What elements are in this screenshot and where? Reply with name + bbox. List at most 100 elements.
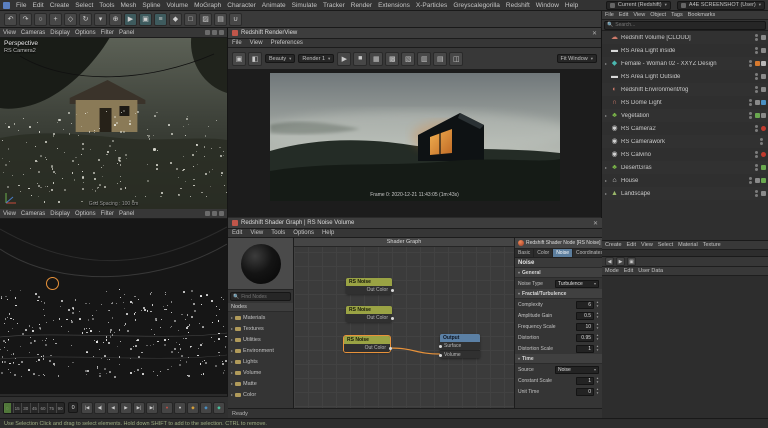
attribute-manager-menu-user-data[interactable]: User Data — [638, 268, 663, 274]
history-forward-icon[interactable]: ▶ — [616, 257, 625, 266]
visibility-dots[interactable] — [760, 138, 763, 145]
inspector-group-fractal-turbulence[interactable]: ▾ Fractal/Turbulence — [515, 289, 602, 299]
object-tags[interactable] — [755, 100, 766, 105]
param-value-field[interactable]: 0.95 — [576, 333, 595, 342]
inspector-tab-basic[interactable]: Basic — [515, 249, 535, 257]
goto-start-button[interactable]: |◀ — [81, 401, 93, 414]
param-stepper[interactable]: ▲ ▼ — [596, 333, 599, 341]
attribute-manager-menu-edit[interactable]: Edit — [624, 268, 633, 274]
param-value-field[interactable]: 10 — [576, 322, 595, 331]
vp2-menu-options[interactable]: Options — [75, 211, 96, 217]
stop-render-icon[interactable]: ■ — [353, 51, 368, 66]
region-render-icon[interactable]: ▦ — [369, 51, 384, 66]
vp1-menu-panel[interactable]: Panel — [119, 30, 134, 36]
viewport-layout-icons[interactable] — [205, 211, 224, 216]
object-row-vegetation[interactable]: ▸ ♣ Vegetation — [602, 109, 768, 122]
previous-frame-button[interactable]: ◀ — [107, 401, 119, 414]
rotate-tool-icon[interactable]: ↻ — [79, 12, 92, 26]
object-tags[interactable] — [761, 165, 766, 170]
visibility-dots[interactable] — [755, 190, 758, 197]
redo-icon[interactable]: ↷ — [19, 12, 32, 26]
live-selection-icon[interactable]: ○ — [34, 12, 47, 26]
inspector-tab-color[interactable]: Color — [534, 249, 554, 257]
out-port-icon[interactable] — [390, 288, 394, 292]
shader-node-rs-noise-2[interactable]: RS Noise Out Color — [346, 306, 394, 322]
viewport-layout-icons[interactable] — [205, 30, 224, 35]
menu-extensions[interactable]: Extensions — [378, 2, 410, 9]
viewport-perspective-canvas[interactable]: Perspective RS Camera2 Grid Spacing : 10… — [0, 38, 227, 209]
expand-icon[interactable]: ▸ — [604, 113, 608, 118]
material-manager-menu-select[interactable]: Select — [658, 242, 673, 248]
menu-tools[interactable]: Tools — [99, 2, 114, 9]
object-tags[interactable] — [761, 191, 766, 196]
object-tags[interactable] — [761, 35, 766, 40]
record-position-button[interactable]: ◆ — [187, 401, 199, 414]
menu-character[interactable]: Character — [227, 2, 256, 9]
menu-greyscalegorilla[interactable]: Greyscalegorilla — [453, 2, 500, 9]
history-back-icon[interactable]: ◀ — [605, 257, 614, 266]
inspector-group-time[interactable]: ▾ Time — [515, 354, 602, 364]
node-category-lights[interactable]: ▸ Lights — [228, 356, 293, 367]
object-row-house[interactable]: ▸ ⌂ House — [602, 174, 768, 187]
previous-key-button[interactable]: ◀| — [94, 401, 106, 414]
texture-mode-icon[interactable]: ▨ — [199, 12, 212, 26]
object-tags[interactable] — [761, 74, 766, 79]
visibility-dots[interactable] — [755, 47, 758, 54]
visibility-dots[interactable] — [749, 99, 752, 106]
node-category-environment[interactable]: ▸ Environment — [228, 345, 293, 356]
object-row-rs-camerawork[interactable]: ◉ RS Camerawork — [602, 135, 768, 148]
next-frame-button[interactable]: ▶| — [133, 401, 145, 414]
render-view-button[interactable]: ▶ — [124, 12, 137, 26]
menu-spline[interactable]: Spline — [142, 2, 160, 9]
vp2-menu-cameras[interactable]: Cameras — [21, 211, 45, 217]
vp2-menu-panel[interactable]: Panel — [119, 211, 134, 217]
menu-window[interactable]: Window — [536, 2, 559, 9]
ab-compare-icon[interactable]: ◧ — [248, 51, 262, 66]
workplane-mode-icon[interactable]: ▤ — [214, 12, 227, 26]
param-dropdown[interactable]: Turbulence ▾ — [555, 279, 599, 288]
object-row-rs-area-light-outside[interactable]: ▬ RS Area Light Outside — [602, 70, 768, 83]
expand-icon[interactable]: ▸ — [604, 61, 608, 66]
node-inspector-titlebar[interactable]: Redshift Shader Node [RS Noise] — [515, 238, 602, 249]
node-category-matte[interactable]: ▸ Matte — [228, 378, 293, 389]
viewport-wireframe-canvas[interactable] — [0, 219, 227, 394]
out-port-icon[interactable] — [390, 316, 394, 320]
material-manager-menu-edit[interactable]: Edit — [627, 242, 636, 248]
material-manager-menu-create[interactable]: Create — [605, 242, 622, 248]
visibility-dots[interactable] — [749, 177, 752, 184]
split-view-icon[interactable]: ◫ — [449, 51, 464, 66]
vp1-menu-display[interactable]: Display — [50, 30, 70, 36]
object-tags[interactable] — [755, 178, 766, 183]
volume-port-icon[interactable] — [438, 353, 442, 357]
object-row-rs-area-light-inside[interactable]: ▬ RS Area Light inside — [602, 44, 768, 57]
shadergraph-menu-help[interactable]: Help — [322, 230, 334, 236]
shader-graph-canvas[interactable]: Shader Graph RS Noise Out Color RS Noise… — [294, 238, 514, 408]
menu-simulate[interactable]: Simulate — [292, 2, 317, 9]
menu-select[interactable]: Select — [75, 2, 93, 9]
param-value-field[interactable]: 6 — [576, 300, 595, 309]
node-category-materials[interactable]: ▸ Materials — [228, 312, 293, 323]
vp1-menu-options[interactable]: Options — [75, 30, 96, 36]
vp1-menu-view[interactable]: View — [3, 30, 16, 36]
param-stepper[interactable]: ▲ ▼ — [596, 344, 599, 352]
object-row-female-woman-02-xxyz-design[interactable]: ▸ ◆ Female - Woman 02 - XXYZ Design — [602, 57, 768, 70]
param-stepper[interactable]: ▲ ▼ — [596, 311, 599, 319]
object-row-desertgras[interactable]: ▸ ♣ DesertGras — [602, 161, 768, 174]
visibility-dots[interactable] — [755, 34, 758, 41]
object-tags[interactable] — [761, 126, 766, 131]
object-search[interactable]: 🔍 — [604, 20, 766, 30]
menu-animate[interactable]: Animate — [262, 2, 286, 9]
object-row-redshift-volume-cloud[interactable]: ☁ Redshift Volume [CLOUD] — [602, 31, 768, 44]
render-picture-viewer-button[interactable]: ▣ — [139, 12, 152, 26]
record-keyframe-button[interactable]: ● — [161, 401, 173, 414]
snapshot-icon[interactable]: ▣ — [232, 51, 246, 66]
timeline-ruler[interactable]: 0153045607590 — [3, 401, 66, 414]
menu-x-particles[interactable]: X-Particles — [416, 2, 447, 9]
play-button[interactable]: ▶ — [120, 401, 132, 414]
shader-node-rs-noise-1[interactable]: RS Noise Out Color — [346, 278, 394, 294]
shader-node-rs-noise-3[interactable]: RS Noise Out Color — [343, 335, 392, 353]
node-search-input[interactable] — [241, 293, 288, 300]
visibility-dots[interactable] — [749, 112, 752, 119]
menu-file[interactable]: File — [16, 2, 26, 9]
progressive-render-icon[interactable]: ▩ — [385, 51, 400, 66]
